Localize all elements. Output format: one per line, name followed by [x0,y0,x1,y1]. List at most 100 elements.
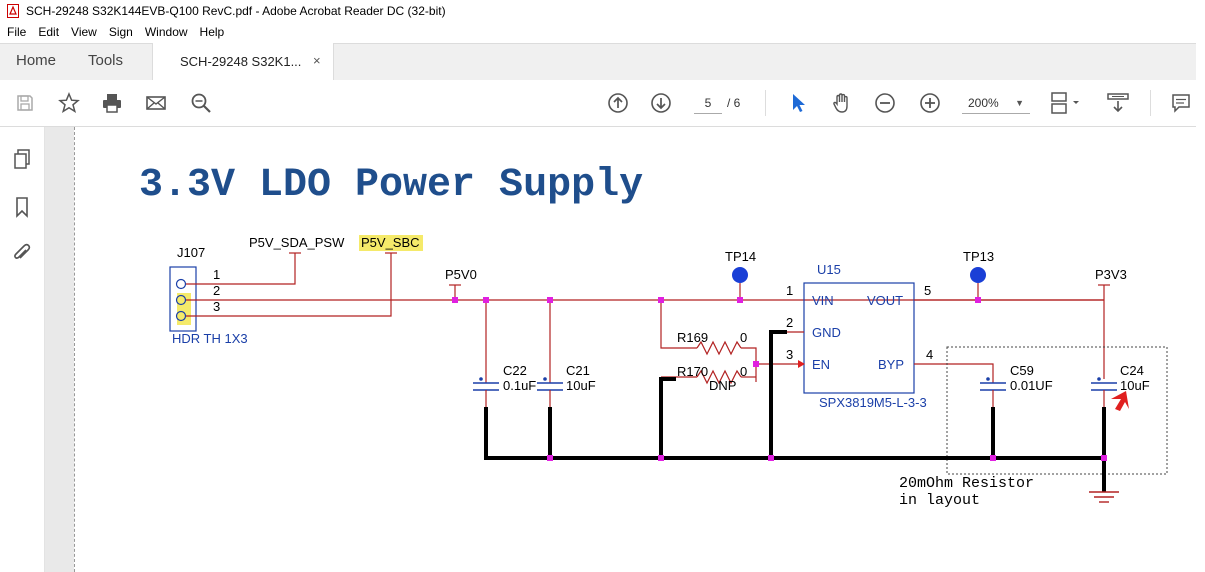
zoom-value: 200% [968,96,999,110]
capacitor-c22-value: 0.1uF [503,378,536,393]
left-navigation-rail [0,127,45,572]
pin-number: 4 [926,347,933,362]
layout-note-line2: in layout [899,492,980,509]
main-toolbar: 5 / 6 200% ▼ [0,80,1196,127]
bookmarks-icon[interactable] [10,195,34,219]
testpoint-tp13 [970,267,986,283]
testpoint-tp14 [732,267,748,283]
layout-note-line1: 20mOhm Resistor [899,475,1034,492]
comment-icon[interactable] [1168,90,1194,116]
capacitor-c59-ref: C59 [1010,363,1034,378]
connector-ref: J107 [177,245,205,260]
resistor-r169-value: 0 [740,330,747,345]
save-icon[interactable] [12,90,38,116]
bookmark-star-icon[interactable] [56,90,82,116]
annotation-arrow-icon [1111,391,1129,411]
connector-pin-label: 1 [213,267,220,282]
window-title: SCH-29248 S32K144EVB-Q100 RevC.pdf - Ado… [26,4,446,18]
window-titlebar: SCH-29248 S32K144EVB-Q100 RevC.pdf - Ado… [0,0,1196,22]
tab-close-icon[interactable]: × [313,53,321,68]
junction-dot [768,455,774,461]
pin-number: 5 [924,283,931,298]
wire [914,363,994,383]
testpoint-tp14-label: TP14 [725,249,756,264]
tab-document[interactable]: SCH-29248 S32K1... × [152,43,334,81]
capacitor-c21-value: 10uF [566,378,596,393]
ground-bus [659,377,676,458]
zoom-in-icon[interactable] [917,90,943,116]
junction-dot [737,297,743,303]
junction-dot [753,361,759,367]
capacitor-c24-ref: C24 [1120,363,1144,378]
thumbnails-icon[interactable] [10,147,34,171]
resistor-r170-value: 0 [740,364,747,379]
zoom-select[interactable]: 200% ▼ [962,93,1030,114]
menu-help[interactable]: Help [200,25,225,39]
junction-dot [990,455,996,461]
capacitor-c21-ref: C21 [566,363,590,378]
page-number-input[interactable]: 5 [694,93,722,114]
attachments-icon[interactable] [10,241,34,265]
pin-number: 3 [786,347,793,362]
find-icon[interactable] [188,90,214,116]
schematic-drawing: .w { stroke:#b22222; stroke-width:1.2; f… [139,163,1168,509]
connector-part: HDR TH 1X3 [172,331,248,346]
resistor-r169-ref: R169 [677,330,708,345]
tab-row: Home Tools SCH-29248 S32K1... × [0,43,1196,81]
net-label-p5v-sda-psw: P5V_SDA_PSW [249,235,345,250]
capacitor-c24-value: 10uF [1120,378,1150,393]
scroll-mode-icon[interactable] [1103,90,1133,116]
window-edge [1196,0,1205,572]
capacitor-polarity-dot [1097,377,1101,381]
resistor-r170-note: DNP [709,378,736,393]
menu-view[interactable]: View [71,25,97,39]
junction-dot [483,297,489,303]
chevron-down-icon: ▼ [1015,98,1024,108]
junction-dot [547,455,553,461]
page-total: / 6 [727,96,741,110]
select-pointer-icon[interactable] [785,90,811,116]
menu-bar: File Edit View Sign Window Help [0,22,1196,42]
pin-vin: VIN [812,293,834,308]
connector-pin-1 [175,278,187,290]
toolbar-divider [1150,90,1151,116]
pdf-app-icon [6,4,20,18]
pin-gnd: GND [812,325,841,340]
page-display-icon[interactable] [1049,90,1083,116]
menu-edit[interactable]: Edit [38,25,59,39]
pin-vout: VOUT [867,293,903,308]
prev-page-icon[interactable] [605,90,631,116]
menu-file[interactable]: File [7,25,26,39]
email-icon[interactable] [143,90,169,116]
connector-pin-label: 2 [213,283,220,298]
ground-bus [484,407,1104,460]
capacitor-c22-ref: C22 [503,363,527,378]
pdf-page[interactable]: .w { stroke:#b22222; stroke-width:1.2; f… [74,127,1197,572]
print-icon[interactable] [99,90,125,116]
tab-tools[interactable]: Tools [88,52,123,69]
capacitor-c59-value: 0.01UF [1010,378,1053,393]
capacitor-polarity-dot [986,377,990,381]
pin-number: 2 [786,315,793,330]
net-label-p3v3: P3V3 [1095,267,1127,282]
pin-byp: BYP [878,357,904,372]
junction-dot [547,297,553,303]
menu-sign[interactable]: Sign [109,25,133,39]
junction-dot [658,455,664,461]
ground-bus [769,330,787,458]
menu-window[interactable]: Window [145,25,188,39]
pin-en: EN [812,357,830,372]
hand-tool-icon[interactable] [829,90,855,116]
toolbar-divider [765,90,766,116]
connector-pin-label: 3 [213,299,220,314]
capacitor-polarity-dot [543,377,547,381]
net-label-p5v-sbc: P5V_SBC [361,235,420,250]
capacitor-polarity-dot [479,377,483,381]
next-page-icon[interactable] [648,90,674,116]
junction-dot [658,297,664,303]
junction-dot [975,297,981,303]
zoom-out-icon[interactable] [872,90,898,116]
resistor-r170-ref: R170 [677,364,708,379]
testpoint-tp13-label: TP13 [963,249,994,264]
tab-home[interactable]: Home [16,52,56,69]
